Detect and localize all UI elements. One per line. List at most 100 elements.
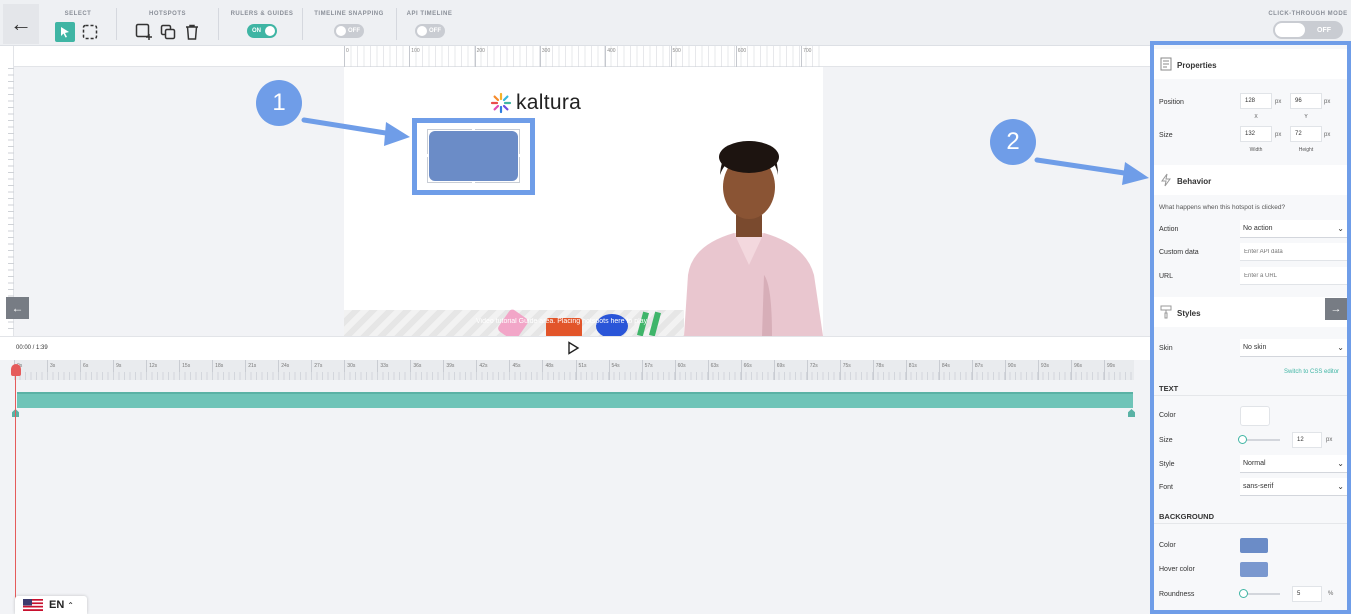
language-selector[interactable]: EN ⌃	[15, 596, 87, 614]
logo-text: kaltura	[516, 91, 582, 114]
hotspot-track-bar[interactable]	[17, 392, 1133, 408]
top-toolbar: ← SELECT HOTSPOTS RULERS & GUIDES ON TIM…	[0, 0, 1351, 46]
duplicate-hotspot-button[interactable]	[158, 22, 178, 42]
timeline-tick-label: 48s	[545, 363, 554, 369]
hotspot-selection-outline	[427, 129, 520, 183]
timeline-tick-label: 57s	[644, 363, 653, 369]
timeline-tick-label: 69s	[776, 363, 785, 369]
url-label: URL	[1159, 273, 1174, 280]
toggle-knob	[265, 26, 275, 36]
api-group-label: API TIMELINE	[406, 11, 453, 17]
play-button[interactable]	[566, 341, 582, 357]
skin-label: Skin	[1159, 345, 1173, 352]
select-group-label: SELECT	[64, 11, 92, 17]
marquee-select-button[interactable]	[80, 22, 100, 42]
chevron-down-icon: ⌄	[1337, 482, 1344, 491]
timeline-tick-label: 90s	[1007, 363, 1016, 369]
height-input[interactable]: 72	[1290, 126, 1322, 142]
vertical-ruler	[0, 46, 14, 336]
width-input[interactable]: 132	[1240, 126, 1272, 142]
timeline-tick-label: 54s	[611, 363, 620, 369]
timeline-tick-label: 18s	[215, 363, 224, 369]
url-input[interactable]	[1240, 267, 1347, 285]
timeline-tick-label: 63s	[710, 363, 719, 369]
ruler-major-tick	[801, 46, 803, 67]
delete-hotspot-button[interactable]	[182, 22, 202, 42]
arrow-left-icon: ←	[10, 11, 32, 36]
chevron-up-icon: ⌃	[67, 600, 74, 610]
presenter-image	[684, 141, 823, 336]
toggle-knob	[1275, 23, 1305, 37]
action-select[interactable]: No action ⌄	[1240, 220, 1347, 238]
rulers-toggle[interactable]: ON	[247, 24, 277, 38]
clickthrough-toggle[interactable]: OFF	[1273, 21, 1343, 39]
add-hotspot-button[interactable]	[134, 22, 154, 42]
roundness-unit: %	[1328, 591, 1334, 597]
trash-icon	[186, 24, 198, 40]
bg-color-label: Color	[1159, 542, 1176, 549]
timeline-tick-label: 27s	[314, 363, 323, 369]
timeline-tick-label: 45s	[512, 363, 521, 369]
bg-color-swatch[interactable]	[1240, 538, 1268, 553]
video-stage[interactable]: kaltura Video tutorial Guide area. Placi…	[344, 67, 823, 336]
resize-handle[interactable]	[426, 154, 429, 157]
play-icon	[568, 341, 580, 355]
callout-arrow-2-icon	[1034, 157, 1149, 185]
playhead-handle[interactable]	[11, 364, 21, 376]
resize-handle[interactable]	[472, 128, 475, 131]
timeline-tick-label: 36s	[413, 363, 422, 369]
x-sub-label: X	[1254, 114, 1258, 120]
text-size-input[interactable]: 12	[1292, 432, 1322, 448]
snapping-toggle[interactable]: OFF	[334, 24, 364, 38]
custom-data-input[interactable]	[1240, 243, 1347, 261]
text-style-select[interactable]: Normal ⌄	[1240, 455, 1347, 473]
horizontal-ruler: 0 100 200 300 400 500 600 700	[14, 46, 1150, 67]
css-editor-link[interactable]: Switch to CSS editor	[1284, 369, 1339, 375]
font-select[interactable]: sans-serif ⌄	[1240, 478, 1347, 496]
text-size-slider-track[interactable]	[1244, 439, 1280, 441]
roundness-input[interactable]: 5	[1292, 586, 1322, 602]
width-sub-label: Width	[1249, 147, 1263, 153]
toolbar-divider	[218, 8, 219, 40]
y-unit: px	[1324, 99, 1331, 105]
font-label: Font	[1159, 484, 1174, 491]
paint-roller-icon	[1160, 305, 1172, 319]
ruler-tick-label: 0	[346, 48, 349, 54]
width-unit: px	[1275, 132, 1282, 138]
back-button[interactable]: ←	[3, 4, 39, 44]
timeline-tick-label: 6s	[83, 363, 89, 369]
x-input[interactable]: 128	[1240, 93, 1272, 109]
ruler-tick-label: 600	[737, 48, 747, 54]
text-color-swatch[interactable]	[1240, 406, 1270, 426]
resize-handle[interactable]	[472, 181, 475, 184]
roundness-slider-track[interactable]	[1244, 593, 1280, 595]
next-arrow-button[interactable]: →	[1325, 298, 1347, 320]
ruler-major-tick	[605, 46, 607, 67]
prev-arrow-button[interactable]: ←	[6, 297, 29, 319]
select-tool-button[interactable]	[55, 22, 75, 42]
ruler-tick-label: 500	[672, 48, 681, 54]
hover-color-label: Hover color	[1159, 566, 1195, 573]
ruler-tick-label: 700	[803, 48, 812, 54]
resize-handle[interactable]	[518, 154, 521, 157]
ruler-major-tick	[539, 46, 541, 67]
text-size-slider-thumb[interactable]	[1238, 435, 1247, 444]
roundness-slider-thumb[interactable]	[1239, 589, 1248, 598]
timeline-scale[interactable]: 0s3s6s9s12s15s18s21s24s27s30s33s36s39s42…	[14, 360, 1134, 380]
behavior-header: Behavior	[1154, 165, 1347, 195]
skin-select[interactable]: No skin ⌄	[1240, 339, 1347, 357]
hover-color-swatch[interactable]	[1240, 562, 1268, 577]
y-input[interactable]: 96	[1290, 93, 1322, 109]
snapping-toggle-text: OFF	[348, 28, 360, 34]
properties-title: Properties	[1177, 61, 1217, 70]
rulers-group-label: RULERS & GUIDES	[230, 11, 294, 17]
track-end-handle[interactable]	[1128, 409, 1135, 417]
timeline-tick-label: 30s	[347, 363, 356, 369]
api-toggle-text: OFF	[429, 28, 441, 34]
timeline-tick-label: 3s	[50, 363, 56, 369]
properties-panel: Properties Position 128 px 96 px X Y Siz…	[1150, 41, 1351, 614]
timeline-tick-label: 39s	[446, 363, 455, 369]
background-section-head: BACKGROUND	[1159, 512, 1214, 521]
timeline-tick-label: 33s	[380, 363, 389, 369]
api-timeline-toggle[interactable]: OFF	[415, 24, 445, 38]
